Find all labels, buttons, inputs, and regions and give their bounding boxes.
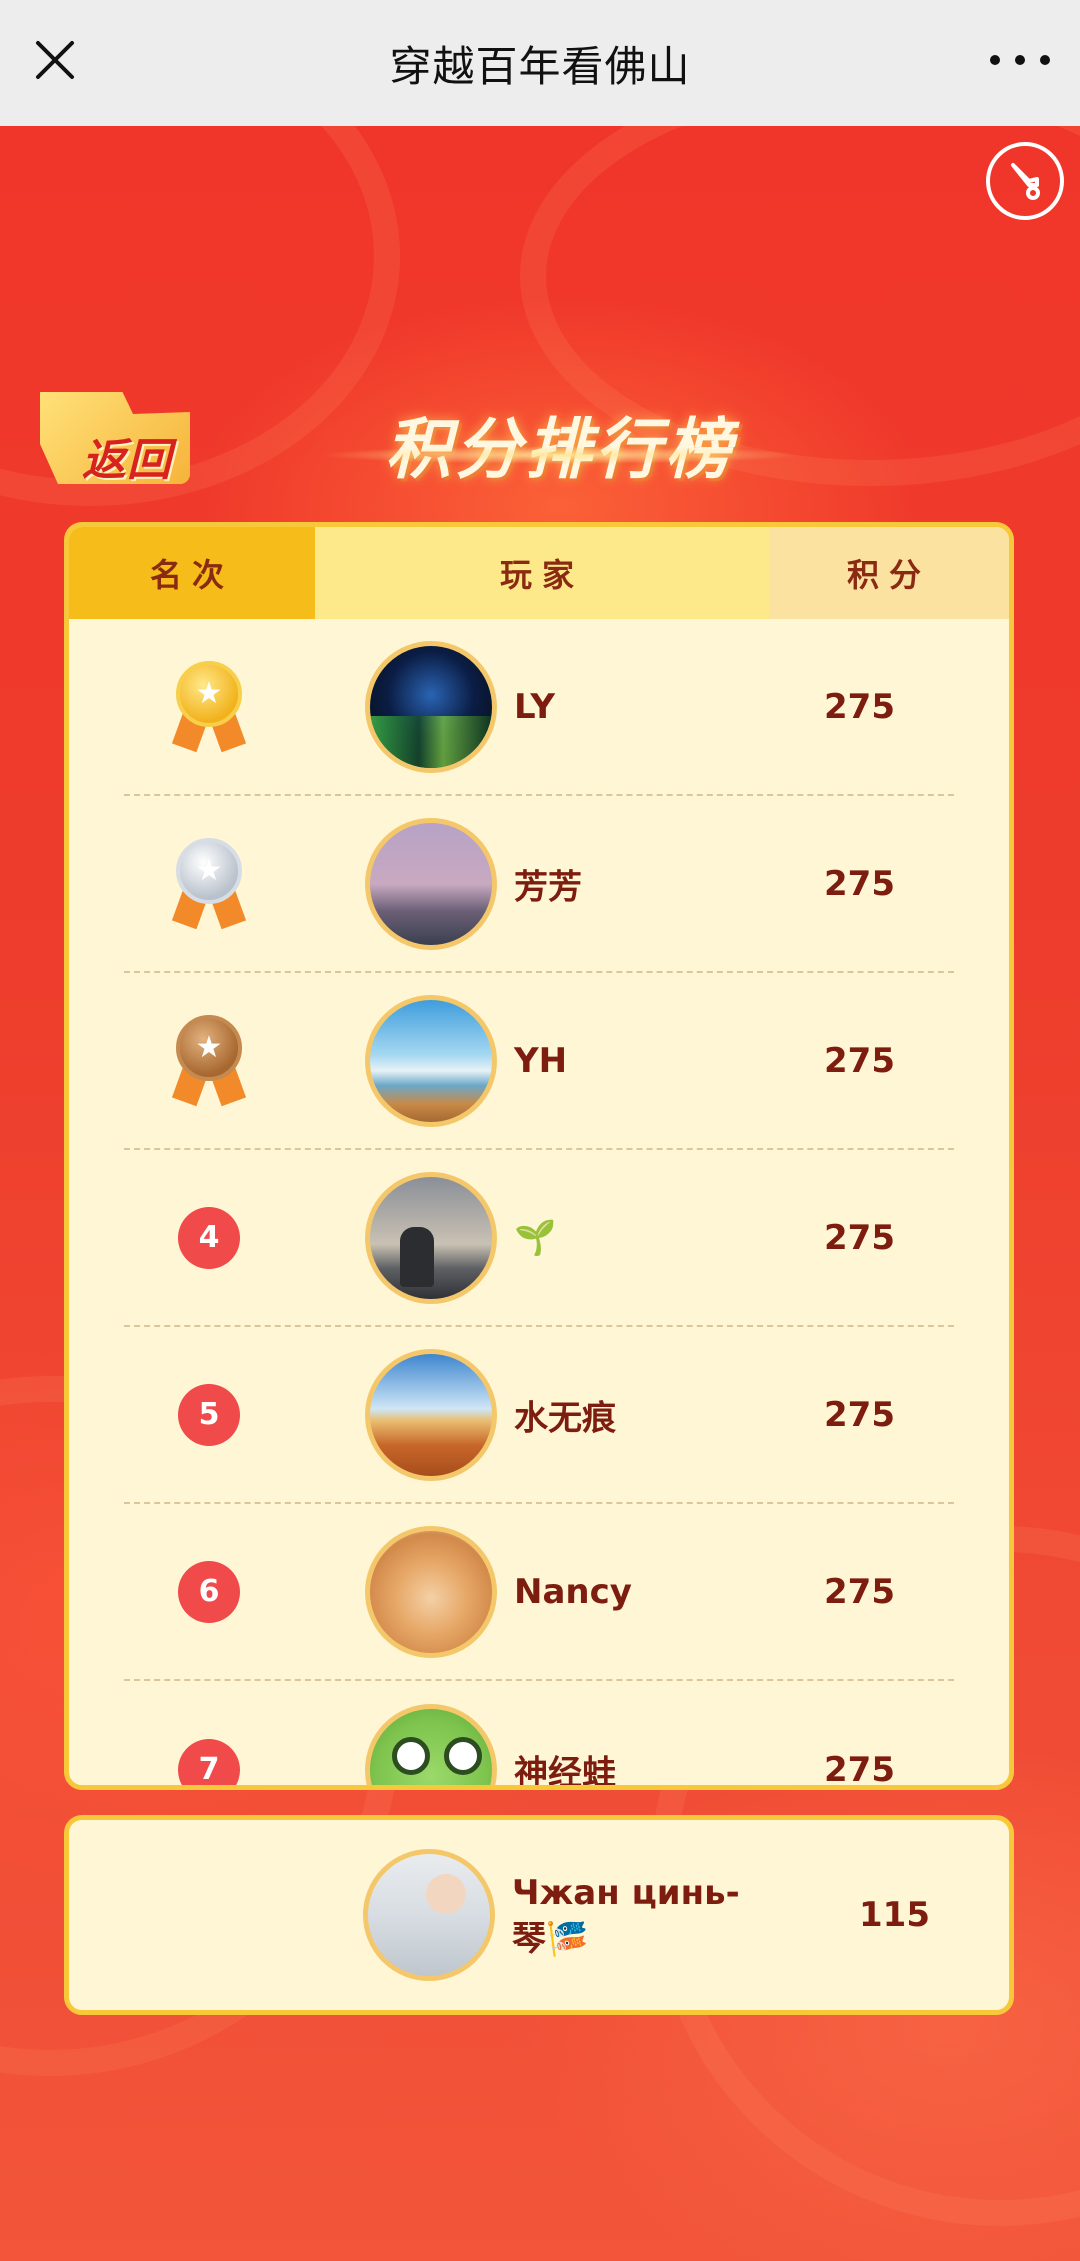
leaderboard-header: 名次 玩家 积分	[69, 527, 1009, 619]
leaderboard-heading: 积分排行榜	[320, 396, 800, 488]
rank-number-badge: 5	[178, 1383, 240, 1446]
player-avatar	[365, 817, 497, 950]
player-score: 275	[824, 1040, 895, 1081]
leaderboard-row: 6 Nancy 275	[124, 1504, 954, 1681]
leaderboard-list[interactable]: ★ LY 275 ★ 芳芳 275 ★ YH 275 4 🌱 275 5 水无痕 275 6 Nancy 275 7…	[69, 619, 1009, 1790]
player-score: 275	[824, 1571, 895, 1612]
my-avatar	[363, 1849, 495, 1981]
player-avatar	[365, 994, 497, 1127]
player-score: 275	[824, 1749, 895, 1790]
leaderboard-row: 7 神经蛙 275	[124, 1681, 954, 1790]
player-name: 芳芳	[514, 867, 582, 907]
leaderboard-row: ★ YH 275	[124, 973, 954, 1150]
my-name: Чжан цинь-琴🎏	[512, 1873, 740, 1959]
back-button[interactable]: 返回	[40, 384, 200, 492]
music-toggle-button[interactable]	[986, 142, 1064, 220]
my-rank-card: Чжан цинь-琴🎏 115	[64, 1815, 1014, 2015]
my-score: 115	[859, 1895, 930, 1935]
header-player: 玩家	[315, 527, 769, 619]
player-avatar	[365, 1703, 497, 1785]
player-name: 神经蛙	[514, 1753, 616, 1790]
player-score: 275	[824, 686, 895, 727]
player-name: LY	[514, 686, 555, 727]
rank-indicator: ★	[154, 829, 264, 939]
rank-indicator: 5	[154, 1360, 264, 1470]
rank-number-badge: 6	[178, 1560, 240, 1623]
player-name: 🌱	[514, 1217, 557, 1258]
music-toggle-icon	[1011, 163, 1040, 200]
gold-medal-icon: ★	[164, 657, 254, 757]
leaderboard-row: ★ 芳芳 275	[124, 796, 954, 973]
player-score: 275	[824, 1394, 895, 1435]
rank-indicator: ★	[154, 652, 264, 762]
rank-indicator: 6	[154, 1537, 264, 1647]
player-avatar	[365, 1525, 497, 1658]
top-bar: 穿越百年看佛山	[0, 0, 1080, 126]
player-name: YH	[514, 1040, 568, 1081]
close-icon[interactable]	[28, 33, 82, 87]
page-title: 穿越百年看佛山	[389, 41, 691, 91]
player-avatar	[365, 1171, 497, 1304]
rank-number-badge: 7	[178, 1738, 240, 1785]
leaderboard-row: 4 🌱 275	[124, 1150, 954, 1327]
leaderboard-row: ★ LY 275	[124, 619, 954, 796]
header-score: 积分	[769, 527, 1009, 619]
heading-text: 积分排行榜	[360, 396, 760, 492]
rank-indicator: 7	[154, 1715, 264, 1785]
player-avatar	[365, 640, 497, 773]
leaderboard-row: 5 水无痕 275	[124, 1327, 954, 1504]
header-rank: 名次	[69, 527, 315, 619]
rank-indicator: ★	[154, 1006, 264, 1116]
player-score: 275	[824, 1217, 895, 1258]
player-name: 水无痕	[514, 1398, 616, 1438]
player-score: 275	[824, 863, 895, 904]
back-button-label: 返回	[82, 435, 172, 486]
player-name: Nancy	[514, 1571, 632, 1612]
rank-number-badge: 4	[178, 1206, 240, 1269]
rank-indicator: 4	[154, 1183, 264, 1293]
player-avatar	[365, 1348, 497, 1481]
bronze-medal-icon: ★	[164, 1011, 254, 1111]
leaderboard-card: 名次 玩家 积分 ★ LY 275 ★ 芳芳 275 ★ YH 275 4 🌱 275 5 水无痕 275 6…	[64, 522, 1014, 1790]
silver-medal-icon: ★	[164, 834, 254, 934]
more-icon[interactable]	[990, 40, 1050, 80]
